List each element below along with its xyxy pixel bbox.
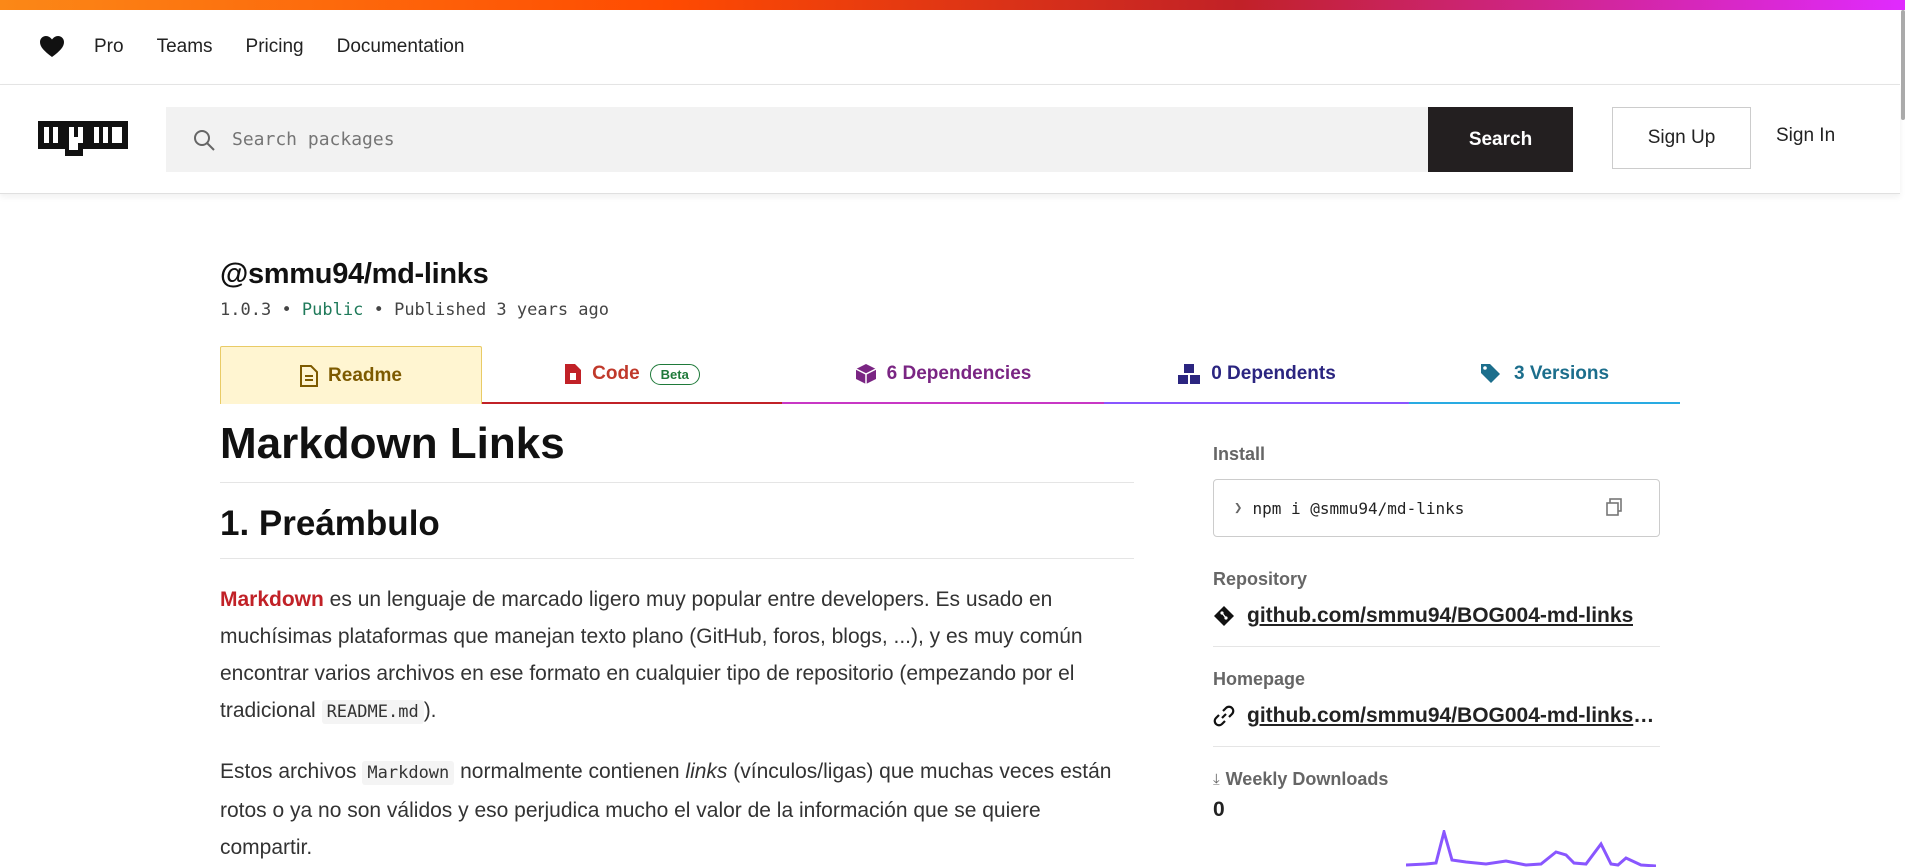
tab-versions[interactable]: 3 Versions xyxy=(1409,346,1680,404)
nav-link-pro[interactable]: Pro xyxy=(94,36,124,58)
paragraph-text: Estos archivos xyxy=(220,759,363,783)
inline-code: Markdown xyxy=(362,760,455,785)
install-command: npm i @smmu94/md-links xyxy=(1252,498,1465,518)
package-sidebar: Install ❯ npm i @smmu94/md-links Reposit… xyxy=(1213,444,1660,867)
repository-label: Repository xyxy=(1213,569,1308,589)
package-visibility: Public xyxy=(301,300,364,320)
tab-readme-label: Readme xyxy=(328,364,402,386)
paragraph-text: normalmente contienen xyxy=(454,759,686,783)
package-published: Published 3 years ago xyxy=(394,300,610,320)
tab-dependencies-label: 6 Dependencies xyxy=(886,363,1032,384)
beta-badge: Beta xyxy=(649,363,700,385)
package-name: @smmu94/md-links xyxy=(220,258,489,290)
link-icon xyxy=(1213,705,1235,727)
install-label: Install xyxy=(1213,444,1266,464)
homepage-label: Homepage xyxy=(1213,669,1306,689)
git-icon xyxy=(1214,606,1234,626)
repository-section: Repository github.com/smmu94/BOG004-md-l… xyxy=(1213,569,1660,647)
nav-link-teams[interactable]: Teams xyxy=(157,36,213,58)
box-icon xyxy=(855,364,876,384)
meta-separator: • xyxy=(373,300,395,320)
weekly-downloads-header: ⤓ Weekly Downloads xyxy=(1213,769,1660,790)
downloads-sparkline xyxy=(1406,830,1656,867)
install-command-box[interactable]: ❯ npm i @smmu94/md-links xyxy=(1213,479,1660,537)
weekly-downloads-count: 0 xyxy=(1213,798,1225,821)
document-icon xyxy=(300,364,319,387)
readme-title: Markdown Links xyxy=(220,419,1134,484)
scrollbar-thumb[interactable] xyxy=(1901,10,1905,120)
npm-logo[interactable] xyxy=(38,121,128,156)
package-version: 1.0.3 xyxy=(220,300,272,320)
nav-link-pricing[interactable]: Pricing xyxy=(246,36,304,58)
repository-link[interactable]: github.com/smmu94/BOG004-md-links xyxy=(1213,604,1660,628)
search-icon xyxy=(194,129,215,151)
top-nav: Pro Teams Pricing Documentation xyxy=(0,10,1900,85)
repository-url: github.com/smmu94/BOG004-md-links xyxy=(1247,604,1634,627)
tab-code[interactable]: Code Beta xyxy=(482,346,782,404)
meta-separator: • xyxy=(281,300,302,320)
readme-section-heading: 1. Preámbulo xyxy=(220,505,1134,559)
file-code-icon xyxy=(565,364,582,384)
weekly-downloads-label: Weekly Downloads xyxy=(1225,769,1389,789)
copy-icon[interactable] xyxy=(1605,498,1623,516)
sign-up-button[interactable]: Sign Up xyxy=(1612,107,1751,169)
tab-dependents[interactable]: 0 Dependents xyxy=(1104,346,1409,404)
homepage-url: github.com/smmu94/BOG004-md-links#readme xyxy=(1247,704,1657,727)
tab-dependencies[interactable]: 6 Dependencies xyxy=(782,346,1104,404)
search-box xyxy=(166,107,1428,172)
sign-in-link[interactable]: Sign In xyxy=(1776,125,1835,147)
search-input[interactable] xyxy=(232,129,1332,150)
homepage-link[interactable]: github.com/smmu94/BOG004-md-links#readme xyxy=(1213,704,1660,728)
emphasis-text: links xyxy=(685,759,728,783)
weekly-downloads-section: ⤓ Weekly Downloads 0 xyxy=(1213,769,1660,822)
tab-dependents-label: 0 Dependents xyxy=(1211,363,1336,384)
tags-icon xyxy=(1480,364,1500,383)
tab-versions-label: 3 Versions xyxy=(1513,363,1610,384)
inline-code: README.md xyxy=(321,699,424,724)
markdown-link[interactable]: Markdown xyxy=(220,588,324,611)
search-header: Search Sign Up Sign In xyxy=(0,85,1900,194)
heart-icon[interactable] xyxy=(38,33,66,61)
readme-content: Markdown Links 1. Preámbulo Markdown es … xyxy=(220,419,1134,866)
readme-paragraph: Estos archivos Markdown normalmente cont… xyxy=(220,753,1134,866)
tab-code-label: Code xyxy=(592,363,640,384)
readme-paragraph: Markdown es un lenguaje de marcado liger… xyxy=(220,581,1134,731)
download-icon: ⤓ xyxy=(1213,771,1220,788)
divider xyxy=(1213,746,1660,747)
homepage-section: Homepage github.com/smmu94/BOG004-md-lin… xyxy=(1213,669,1660,747)
top-gradient-bar xyxy=(0,0,1905,10)
tab-readme[interactable]: Readme xyxy=(220,346,482,404)
package-meta: 1.0.3 • Public • Published 3 years ago xyxy=(220,300,609,320)
search-button[interactable]: Search xyxy=(1428,107,1573,172)
paragraph-text: ). xyxy=(423,698,437,722)
nav-link-documentation[interactable]: Documentation xyxy=(337,36,465,58)
cubes-icon xyxy=(1178,364,1201,384)
prompt-chevron-icon: ❯ xyxy=(1234,500,1243,516)
package-tabs: Readme Code Beta 6 Dependencies 0 Depend… xyxy=(220,346,1680,404)
divider xyxy=(1213,646,1660,647)
